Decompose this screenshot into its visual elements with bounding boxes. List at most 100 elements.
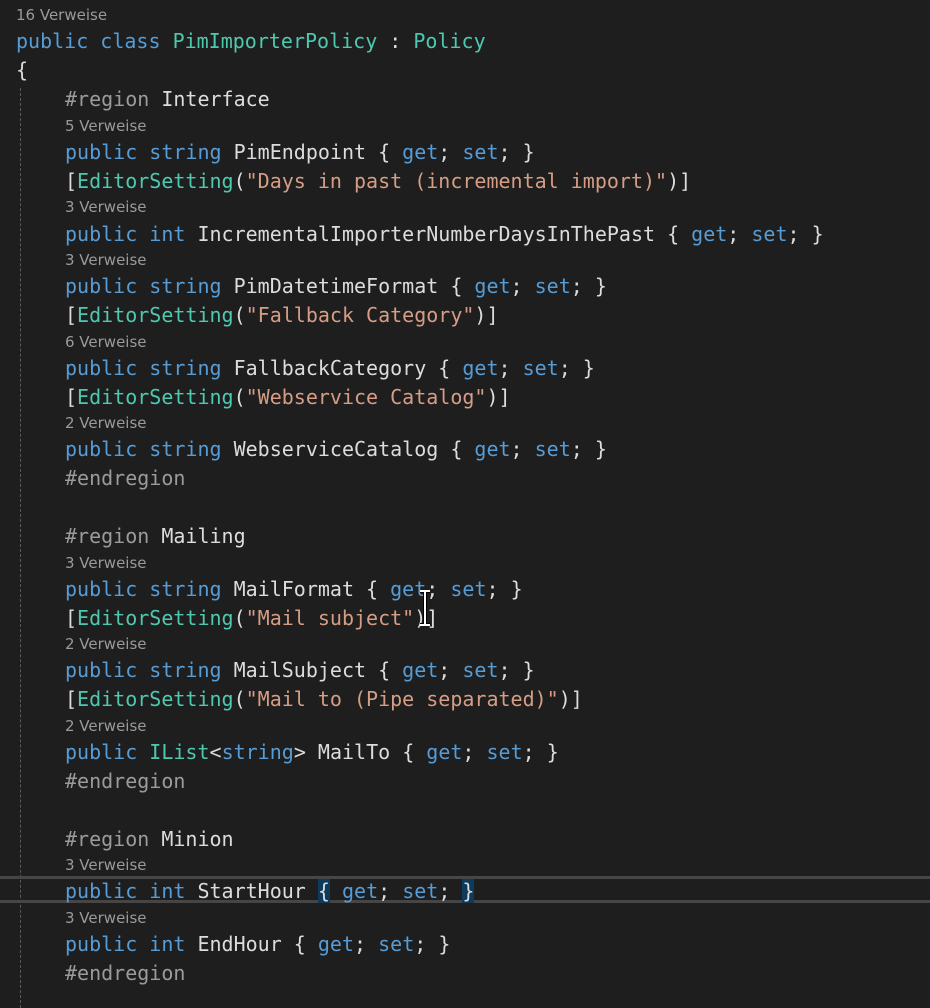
region-line: #region Minion <box>65 825 234 853</box>
keyword: string <box>149 577 222 601</box>
region-end-line: #endregion <box>65 464 185 492</box>
region-end-line: #endregion <box>65 959 185 987</box>
keyword: get <box>426 740 463 764</box>
keyword: string <box>149 140 222 164</box>
keyword: set <box>751 222 788 246</box>
keyword: public <box>65 356 138 380</box>
code-line: public string PimEndpoint { get; set; } <box>65 140 535 164</box>
region-directive: #region <box>65 524 150 548</box>
keyword: int <box>149 222 186 246</box>
code-line: public string MailSubject { get; set; } <box>65 658 535 682</box>
keyword: get <box>691 222 728 246</box>
string-literal: "Mail to (Pipe separated)" <box>245 687 559 711</box>
code-line: [EditorSetting("Mail to (Pipe separated)… <box>65 687 583 711</box>
code-line: [EditorSetting("Fallback Category")] <box>65 303 499 327</box>
keyword: set <box>450 577 487 601</box>
attribute-name: EditorSetting <box>77 169 234 193</box>
keyword: public <box>65 740 138 764</box>
region-directive: #region <box>65 87 150 111</box>
keyword: int <box>149 879 186 903</box>
keyword: get <box>402 658 439 682</box>
attribute-name: EditorSetting <box>77 606 234 630</box>
keyword: public <box>65 577 138 601</box>
keyword: set <box>522 356 559 380</box>
codelens-references[interactable]: 3 Verweise <box>65 250 147 270</box>
code-line: [EditorSetting("Webservice Catalog")] <box>65 385 511 409</box>
keyword: public <box>65 932 138 956</box>
matched-brace: { <box>317 879 330 903</box>
keyword: int <box>149 932 186 956</box>
string-literal: "Days in past (incremental import)" <box>245 169 668 193</box>
code-line: public int IncrementalImporterNumberDays… <box>65 222 824 246</box>
string-literal: "Webservice Catalog" <box>245 385 487 409</box>
code-line: public string PimDatetimeFormat { get; s… <box>65 274 607 298</box>
matched-brace: } <box>462 879 475 903</box>
ibeam-cursor-icon <box>420 590 430 626</box>
class-name: PimImporterPolicy <box>172 29 378 53</box>
keyword: get <box>462 356 499 380</box>
property-name: MailSubject <box>233 658 367 682</box>
attribute-name: EditorSetting <box>77 687 234 711</box>
keyword: string <box>149 658 222 682</box>
keyword: get <box>341 879 379 903</box>
code-line: public int EndHour { get; set; } <box>65 932 451 956</box>
codelens-references[interactable]: 3 Verweise <box>65 197 147 217</box>
code-line: public IList<string> MailTo { get; set; … <box>65 740 559 764</box>
keyword: class <box>100 29 161 53</box>
code-editor[interactable]: 16 Verweise public class PimImporterPoli… <box>0 0 930 1008</box>
code-line: [EditorSetting("Mail subject")] <box>65 606 439 630</box>
region-name: Minion <box>161 827 234 851</box>
codelens-references[interactable]: 3 Verweise <box>65 855 147 875</box>
endregion-directive: #endregion <box>65 769 186 793</box>
keyword: get <box>402 140 439 164</box>
string-literal: "Fallback Category" <box>245 303 475 327</box>
property-name: EndHour <box>197 932 282 956</box>
keyword: public <box>16 29 89 53</box>
property-name: MailFormat <box>233 577 355 601</box>
region-directive: #region <box>65 827 150 851</box>
keyword: public <box>65 437 138 461</box>
code-line: public string FallbackCategory { get; se… <box>65 356 595 380</box>
base-class-name: Policy <box>413 29 486 53</box>
code-line: { <box>16 56 28 84</box>
property-name: FallbackCategory <box>233 356 427 380</box>
keyword: set <box>534 437 571 461</box>
keyword: public <box>65 879 138 903</box>
region-name: Interface <box>161 87 270 111</box>
codelens-references[interactable]: 3 Verweise <box>65 553 147 573</box>
endregion-directive: #endregion <box>65 466 186 490</box>
code-line: public class PimImporterPolicy : Policy <box>16 27 486 55</box>
codelens-references[interactable]: 3 Verweise <box>65 908 147 928</box>
codelens-references[interactable]: 5 Verweise <box>65 116 147 136</box>
region-line: #region Mailing <box>65 522 246 550</box>
keyword: set <box>402 879 439 903</box>
property-name: StartHour <box>197 879 306 903</box>
keyword: get <box>474 274 511 298</box>
attribute-name: EditorSetting <box>77 303 234 327</box>
keyword: set <box>378 932 415 956</box>
codelens-references[interactable]: 2 Verweise <box>65 413 147 433</box>
keyword: set <box>462 658 499 682</box>
codelens-references[interactable]: 2 Verweise <box>65 716 147 736</box>
region-end-line: #endregion <box>65 767 185 795</box>
code-line: public string MailFormat { get; set; } <box>65 577 523 601</box>
type-name: IList <box>149 740 210 764</box>
property-name: WebserviceCatalog <box>233 437 439 461</box>
brace: { <box>16 58 29 82</box>
keyword: string <box>149 437 222 461</box>
keyword: public <box>65 222 138 246</box>
punctuation: : <box>377 29 414 53</box>
keyword: set <box>534 274 571 298</box>
keyword: public <box>65 658 138 682</box>
keyword: string <box>149 274 222 298</box>
code-line: public int StartHour { get; set; } <box>65 879 475 903</box>
keyword: get <box>317 932 355 956</box>
codelens-references[interactable]: 16 Verweise <box>16 5 107 25</box>
codelens-references[interactable]: 2 Verweise <box>65 634 147 654</box>
endregion-directive: #endregion <box>65 961 186 985</box>
property-name: PimEndpoint <box>233 140 367 164</box>
region-line: #region Interface <box>65 85 270 113</box>
keyword: get <box>474 437 511 461</box>
keyword: string <box>149 356 222 380</box>
codelens-references[interactable]: 6 Verweise <box>65 332 147 352</box>
